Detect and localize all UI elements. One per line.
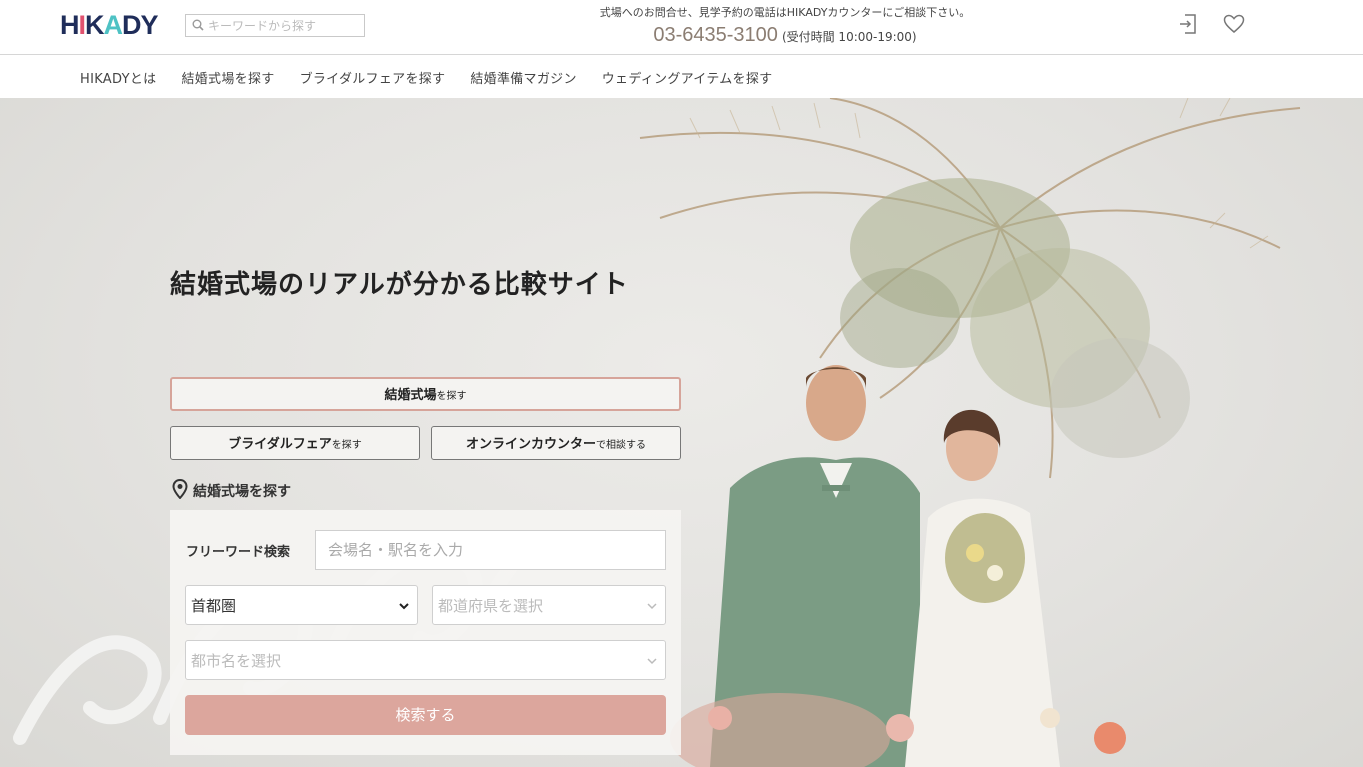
favorite-heart-icon[interactable] bbox=[1222, 12, 1246, 36]
logo-letter: K bbox=[85, 10, 104, 40]
hikady-logo[interactable]: H I K A D Y bbox=[60, 10, 159, 40]
tab-venue-search[interactable]: 結婚式場を探す bbox=[170, 377, 681, 411]
area-select-value: 首都圏 bbox=[191, 596, 237, 615]
site-header: H I K A D Y 式場へのお問合せ、見学予約の電話はHIKADYカウンター… bbox=[0, 0, 1363, 55]
tab-fair-label: ブライダルフェア bbox=[228, 437, 332, 452]
keyword-search-input[interactable] bbox=[208, 18, 358, 33]
contact-note: 式場へのお問合せ、見学予約の電話はHIKADYカウンターにご相談下さい。 bbox=[599, 6, 971, 19]
venue-search-heading-text: 結婚式場を探す bbox=[193, 484, 291, 500]
city-select[interactable]: 都市名を選択 bbox=[185, 640, 666, 680]
tab-bridal-fair-search[interactable]: ブライダルフェアを探す bbox=[170, 426, 420, 460]
prefecture-select-placeholder: 都道府県を選択 bbox=[438, 596, 544, 615]
city-select-placeholder: 都市名を選択 bbox=[191, 651, 282, 670]
freeword-search-input[interactable] bbox=[315, 530, 666, 570]
tab-venue-suffix: を探す bbox=[436, 391, 467, 402]
search-submit-button[interactable]: 検索する bbox=[185, 695, 666, 735]
nav-item-venues[interactable]: 結婚式場を探す bbox=[181, 68, 274, 87]
area-select[interactable]: 首都圏 bbox=[185, 585, 418, 625]
keyword-search-box[interactable] bbox=[185, 14, 365, 37]
login-icon[interactable] bbox=[1176, 12, 1200, 36]
nav-item-about[interactable]: HIKADYとは bbox=[80, 68, 156, 87]
location-pin-icon bbox=[172, 478, 188, 503]
nav-item-magazine[interactable]: 結婚準備マガジン bbox=[470, 68, 576, 87]
hero-section: 結婚式場のリアルが分かる比較サイト 結婚式場を探す ブライダルフェアを探す オン… bbox=[0, 98, 1363, 767]
logo-letter: H bbox=[60, 10, 79, 40]
contact-phone-number[interactable]: 03-6435-3100 bbox=[653, 24, 778, 47]
venue-search-form: フリーワード検索 首都圏 都道府県を選択 都市名を選択 検索する bbox=[170, 510, 681, 755]
logo-letter: Y bbox=[140, 10, 159, 40]
main-nav: HIKADYとは 結婚式場を探す ブライダルフェアを探す 結婚準備マガジン ウェ… bbox=[0, 56, 1363, 98]
tab-online-label: オンラインカウンター bbox=[465, 437, 596, 452]
contact-phone-line: 03-6435-3100 (受付時間 10:00-19:00) bbox=[560, 24, 1010, 47]
logo-letter: D bbox=[122, 10, 141, 40]
venue-search-heading: 結婚式場を探す bbox=[172, 478, 291, 503]
search-icon[interactable] bbox=[192, 16, 204, 35]
chevron-down-icon bbox=[397, 599, 411, 613]
tab-online-counter[interactable]: オンラインカウンターで相談する bbox=[431, 426, 681, 460]
hero-tagline: 結婚式場のリアルが分かる比較サイト bbox=[170, 270, 629, 300]
tab-fair-suffix: を探す bbox=[331, 440, 362, 451]
chevron-down-icon bbox=[645, 599, 659, 613]
nav-item-bridal-fair[interactable]: ブライダルフェアを探す bbox=[300, 68, 446, 87]
tab-venue-label: 結婚式場 bbox=[384, 388, 437, 403]
chevron-down-icon bbox=[645, 654, 659, 668]
freeword-label: フリーワード検索 bbox=[186, 545, 291, 560]
logo-letter: A bbox=[103, 10, 123, 40]
tab-online-suffix: で相談する bbox=[596, 440, 646, 451]
contact-hours: (受付時間 10:00-19:00) bbox=[781, 30, 917, 44]
contact-info: 式場へのお問合せ、見学予約の電話はHIKADYカウンターにご相談下さい。 03-… bbox=[560, 6, 1010, 47]
prefecture-select[interactable]: 都道府県を選択 bbox=[432, 585, 666, 625]
nav-item-wedding-items[interactable]: ウェディングアイテムを探す bbox=[602, 68, 773, 87]
